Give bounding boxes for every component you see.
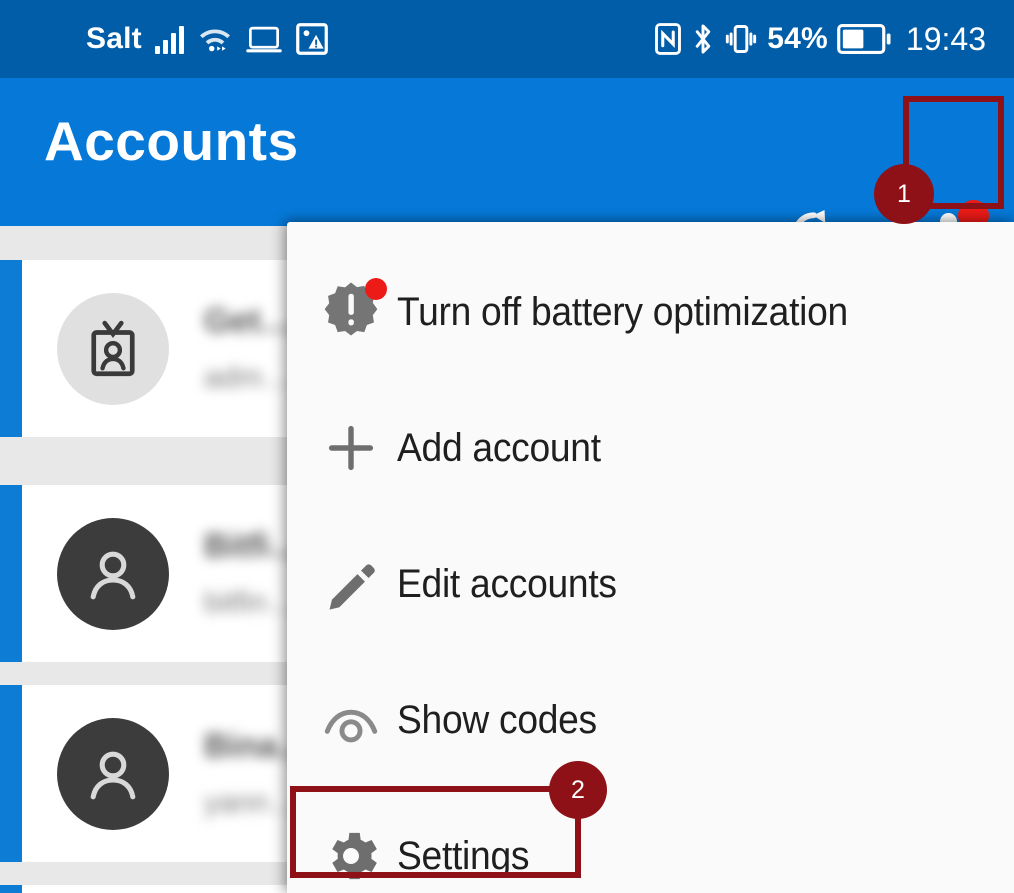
pencil-icon-wrap xyxy=(315,548,387,620)
menu-item-label: Add account xyxy=(397,425,601,470)
status-bar-left: Salt xyxy=(86,23,329,55)
row-accent-stripe xyxy=(0,260,22,437)
row-accent-stripe xyxy=(0,685,22,862)
nfc-icon xyxy=(655,23,682,55)
signal-bars-icon xyxy=(154,24,184,54)
menu-item-label: Edit accounts xyxy=(397,561,617,606)
menu-item-label: Show codes xyxy=(397,697,597,742)
page-title: Accounts xyxy=(44,110,299,172)
status-bar: Salt 54% 19:43 xyxy=(0,0,1014,78)
pencil-icon xyxy=(329,564,375,610)
id-badge-icon xyxy=(91,320,135,376)
account-text: Get… adm… xyxy=(204,302,295,395)
battery-icon xyxy=(837,24,891,54)
avatar xyxy=(57,292,169,405)
avatar xyxy=(57,517,169,630)
status-bar-right: 54% 19:43 xyxy=(654,23,986,55)
screenshot-warning-icon xyxy=(295,23,328,55)
menu-item-add-account[interactable]: Add account xyxy=(287,380,1014,516)
row-accent-stripe xyxy=(0,485,22,662)
menu-item-edit-accounts[interactable]: Edit accounts xyxy=(287,516,1014,652)
eye-visibility-icon-wrap xyxy=(315,684,387,756)
annotation-badge-step-2: 2 xyxy=(549,761,607,819)
battery-alert-icon-wrap xyxy=(315,276,387,348)
battery-percent-label: 54% xyxy=(767,22,828,55)
person-icon xyxy=(90,551,136,599)
vibrate-icon xyxy=(726,25,757,53)
wifi-icon xyxy=(199,29,230,52)
account-subtitle: adm… xyxy=(204,361,293,394)
carrier-label: Salt xyxy=(86,22,142,55)
bluetooth-icon xyxy=(695,24,711,54)
eye-visibility-icon xyxy=(324,709,378,743)
menu-item-show-codes[interactable]: Show codes xyxy=(287,652,1014,788)
menu-red-dot-icon xyxy=(365,278,387,300)
plus-icon-wrap xyxy=(315,412,387,484)
person-icon xyxy=(90,751,136,799)
annotation-rectangle-step-2 xyxy=(290,786,581,878)
plus-icon xyxy=(328,425,374,471)
phone-screenshot: Salt 54% 19:43 Accounts Get… adm… Bitfi…… xyxy=(0,0,1014,893)
menu-item-battery-optimization[interactable]: Turn off battery optimization xyxy=(287,244,1014,380)
row-accent-stripe xyxy=(0,885,22,893)
account-name: Get… xyxy=(204,302,295,340)
avatar xyxy=(57,717,169,830)
cast-screen-icon xyxy=(246,26,282,53)
app-bar: Accounts xyxy=(0,78,1014,284)
clock-label: 19:43 xyxy=(905,21,986,57)
menu-item-label: Turn off battery optimization xyxy=(397,289,848,334)
annotation-badge-step-1: 1 xyxy=(874,164,934,224)
